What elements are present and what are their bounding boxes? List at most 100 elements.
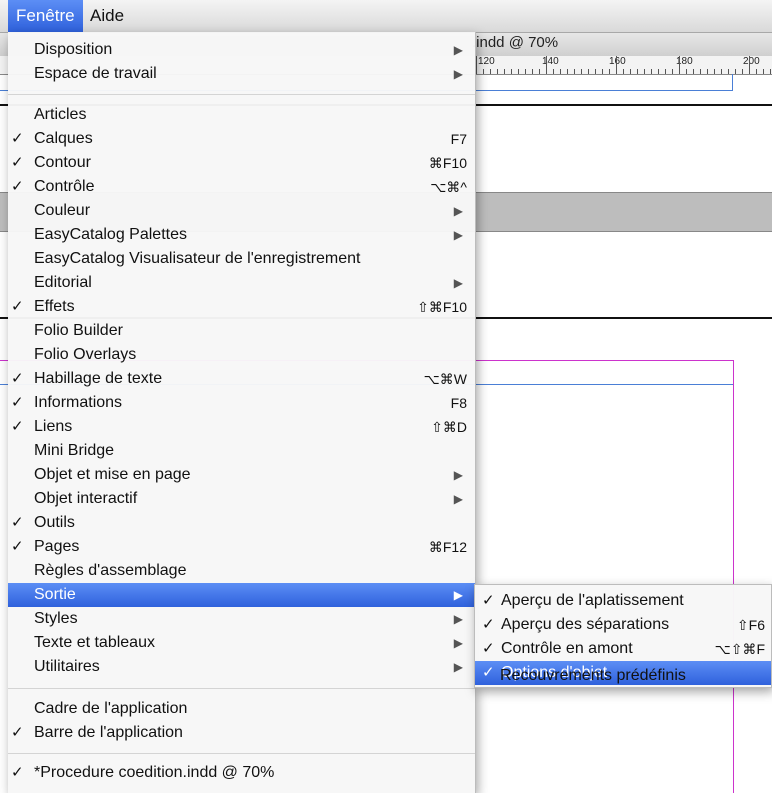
menu-item-label: EasyCatalog Palettes <box>34 226 187 243</box>
menu-item-texte-et-tableaux[interactable]: Texte et tableaux ▶ <box>8 631 475 655</box>
ruler-tick <box>581 69 582 74</box>
menu-item-easycatalog-visualisateur[interactable]: EasyCatalog Visualisateur de l'enregistr… <box>8 247 475 271</box>
ruler-tick <box>672 69 673 74</box>
menu-item-label: Objet interactif <box>34 490 138 507</box>
menu-item-label: Contour <box>34 154 91 171</box>
menu-item-outils[interactable]: ✓ Outils <box>8 511 475 535</box>
ruler-tick <box>504 69 505 74</box>
ruler-tick <box>728 69 729 74</box>
check-icon: ✓ <box>11 298 24 315</box>
ruler-label: 200 <box>743 56 760 67</box>
check-icon: ✓ <box>11 394 24 411</box>
menu-item-sortie[interactable]: Sortie ▶ <box>8 583 475 607</box>
menu-item-label: Habillage de texte <box>34 370 163 387</box>
check-icon: ✓ <box>11 418 24 435</box>
menu-item-objet-interactif[interactable]: Objet interactif ▶ <box>8 487 475 511</box>
document-tab-title: .indd @ 70% <box>472 34 559 51</box>
menu-item-editorial[interactable]: Editorial ▶ <box>8 271 475 295</box>
menu-item-label: Effets <box>34 298 75 315</box>
submenu-arrow-icon: ▶ <box>453 204 463 218</box>
menu-item-folio-builder[interactable]: Folio Builder <box>8 319 475 343</box>
menu-item-disposition[interactable]: Disposition ▶ <box>8 38 475 62</box>
menu-item-mini-bridge[interactable]: Mini Bridge <box>8 439 475 463</box>
submenu-arrow-icon: ▶ <box>453 67 463 81</box>
menu-item-label: Mini Bridge <box>34 442 115 459</box>
ruler-tick <box>483 69 484 74</box>
menu-item-articles[interactable]: Articles <box>8 103 475 127</box>
submenu-arrow-icon: ▶ <box>453 43 463 57</box>
menu-item-couleur[interactable]: Couleur ▶ <box>8 199 475 223</box>
ruler-tick <box>539 69 540 74</box>
menu-item-contour[interactable]: ✓ Contour ⌘F10 <box>8 151 475 175</box>
window-menu: Disposition ▶ Espace de travail ▶ Articl… <box>8 32 476 793</box>
menu-item-folio-overlays[interactable]: Folio Overlays <box>8 343 475 367</box>
ruler-tick <box>637 69 638 74</box>
submenu-item-label: Recouvrements prédéfinis <box>500 667 686 684</box>
submenu-arrow-icon: ▶ <box>453 492 463 506</box>
ruler-tick <box>749 56 750 74</box>
menu-item-liens[interactable]: ✓ Liens ⇧⌘D <box>8 415 475 439</box>
ruler-tick <box>735 69 736 74</box>
ruler-tick <box>595 69 596 74</box>
menubar-item-aide[interactable]: Aide <box>82 0 132 32</box>
ruler-tick <box>511 69 512 74</box>
menu-item-objet-et-mise-en-page[interactable]: Objet et mise en page ▶ <box>8 463 475 487</box>
menu-item-label: Calques <box>34 130 93 147</box>
menu-item-styles[interactable]: Styles ▶ <box>8 607 475 631</box>
ruler-tick <box>532 69 533 74</box>
ruler-tick <box>553 69 554 74</box>
ruler-tick <box>630 69 631 74</box>
menu-item-label: Contrôle <box>34 178 95 195</box>
menu-item-calques[interactable]: ✓ Calques F7 <box>8 127 475 151</box>
ruler-tick <box>476 56 477 74</box>
menu-item-label: Folio Overlays <box>34 346 137 363</box>
menu-item-regles-d-assemblage[interactable]: Règles d'assemblage <box>8 559 475 583</box>
menu-item-espace-de-travail[interactable]: Espace de travail ▶ <box>8 62 475 86</box>
menu-separator <box>8 688 475 689</box>
submenu-item-apercu-separations[interactable]: ✓ Aperçu des séparations ⇧F6 <box>475 613 771 637</box>
menu-item-label: *Procedure coedition.indd @ 70% <box>34 764 275 781</box>
menu-item-easycatalog-palettes[interactable]: EasyCatalog Palettes ▶ <box>8 223 475 247</box>
submenu-arrow-icon: ▶ <box>453 660 463 674</box>
submenu-arrow-icon: ▶ <box>453 468 463 482</box>
menu-item-label: Objet et mise en page <box>34 466 191 483</box>
submenu-item-label: Contrôle en amont <box>501 640 633 657</box>
check-icon: ✓ <box>11 154 24 171</box>
ruler-tick <box>567 69 568 74</box>
submenu-arrow-icon: ▶ <box>453 636 463 650</box>
check-icon: ✓ <box>11 514 24 531</box>
ruler-tick <box>679 56 680 74</box>
menu-item-open-document[interactable]: ✓ *Procedure coedition.indd @ 70% <box>8 761 475 785</box>
ruler-tick <box>546 56 547 74</box>
menu-item-label: Outils <box>34 514 75 531</box>
ruler-tick <box>651 69 652 74</box>
ruler-tick <box>602 69 603 74</box>
check-icon: ✓ <box>482 592 495 609</box>
menu-item-cadre-de-l-application[interactable]: Cadre de l'application <box>8 697 475 721</box>
menubar-item-fenetre[interactable]: Fenêtre <box>8 0 83 32</box>
submenu-item-controle-en-amont[interactable]: ✓ Contrôle en amont ⌥⇧⌘F <box>475 637 771 661</box>
menu-item-shortcut: ⇧⌘F10 <box>417 299 467 315</box>
menu-item-label: Utilitaires <box>34 658 100 675</box>
menu-item-label: Editorial <box>34 274 92 291</box>
menu-item-informations[interactable]: ✓ Informations F8 <box>8 391 475 415</box>
check-icon: ✓ <box>11 764 24 781</box>
submenu-item-recouvrements-predefinis-row[interactable]: Recouvrements prédéfinis <box>474 664 770 688</box>
menu-item-habillage-de-texte[interactable]: ✓ Habillage de texte ⌥⌘W <box>8 367 475 391</box>
ruler-tick <box>525 69 526 74</box>
menu-item-label: Sortie <box>34 586 76 603</box>
ruler-tick <box>574 69 575 74</box>
menu-item-utilitaires[interactable]: Utilitaires ▶ <box>8 655 475 679</box>
ruler-tick <box>714 69 715 74</box>
submenu-item-shortcut: ⇧F6 <box>736 617 765 633</box>
submenu-arrow-icon: ▶ <box>453 588 463 602</box>
menu-item-effets[interactable]: ✓ Effets ⇧⌘F10 <box>8 295 475 319</box>
menu-item-pages[interactable]: ✓ Pages ⌘F12 <box>8 535 475 559</box>
check-icon: ✓ <box>11 538 24 555</box>
submenu-item-apercu-aplatissement[interactable]: ✓ Aperçu de l'aplatissement <box>475 589 771 613</box>
ruler-tick <box>518 69 519 74</box>
menu-item-shortcut: ⌘F12 <box>428 539 467 555</box>
check-icon: ✓ <box>11 724 24 741</box>
menu-item-barre-de-l-application[interactable]: ✓ Barre de l'application <box>8 721 475 745</box>
menu-item-controle[interactable]: ✓ Contrôle ⌥⌘^ <box>8 175 475 199</box>
